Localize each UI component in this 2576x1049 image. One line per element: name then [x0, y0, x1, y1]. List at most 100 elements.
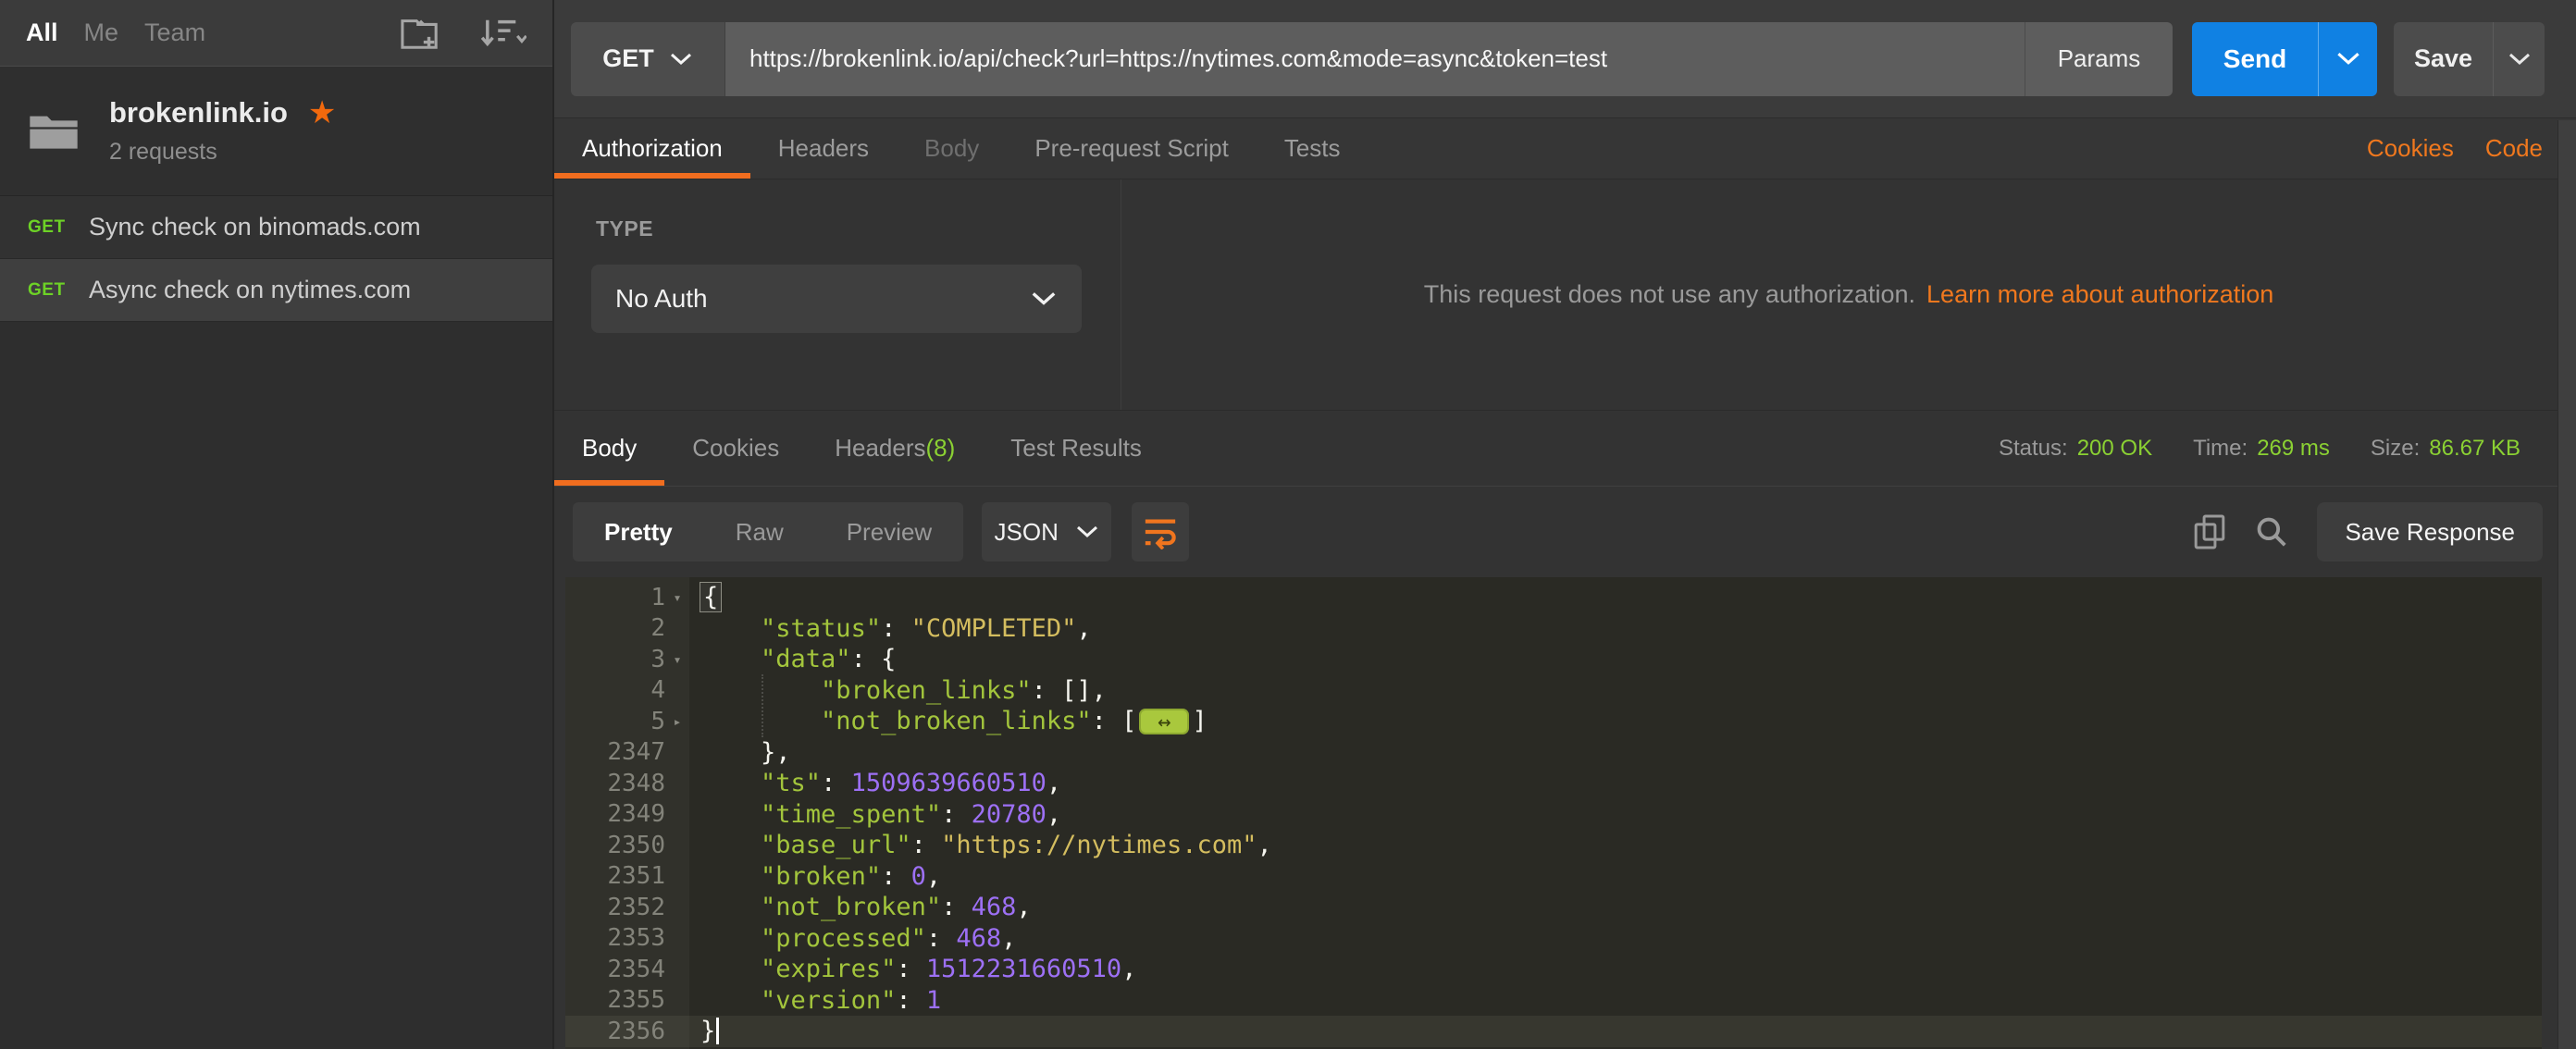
- token: "COMPLETED": [911, 614, 1077, 643]
- request-list: GETSync check on binomads.comGETAsync ch…: [0, 196, 552, 322]
- vertical-scrollbar[interactable]: [2557, 120, 2576, 1049]
- response-meta: Status:200 OKTime:269 msSize:86.67 KB: [1999, 411, 2576, 486]
- request-list-item[interactable]: GETSync check on binomads.com: [0, 196, 552, 259]
- response-meta-item: Status:200 OK: [1999, 436, 2152, 462]
- auth-help-area: This request does not use any authorizat…: [1121, 179, 2576, 410]
- editor-line: 2354 "expires": 1512231660510,: [565, 954, 2542, 985]
- save-response-button[interactable]: Save Response: [2317, 502, 2543, 562]
- auth-type-select[interactable]: No Auth: [591, 265, 1082, 333]
- token: "ts": [761, 769, 821, 797]
- method-value: GET: [602, 44, 654, 73]
- editor-line: 2349 "time_spent": 20780,: [565, 799, 2542, 831]
- response-tab-test-results[interactable]: Test Results: [983, 411, 1170, 486]
- token: "time_spent": [761, 800, 941, 829]
- token: "processed": [761, 924, 926, 953]
- tab-pre-request-script[interactable]: Pre-request Script: [1007, 118, 1257, 179]
- sidebar: All Me Team: [0, 0, 554, 1049]
- line-code: "ts": 1509639660510,: [689, 769, 1061, 797]
- save-response-label: Save Response: [2345, 518, 2515, 547]
- line-gutter: 2353: [565, 923, 689, 955]
- wrap-text-button[interactable]: [1132, 502, 1189, 562]
- line-number: 2354: [607, 956, 665, 983]
- view-mode-pretty[interactable]: Pretty: [573, 502, 704, 562]
- token: 20780: [972, 800, 1046, 829]
- wrap-text-icon: [1142, 514, 1179, 549]
- line-code: "time_spent": 20780,: [689, 800, 1061, 829]
- tab-headers[interactable]: Headers: [750, 118, 897, 179]
- sidebar-header: All Me Team: [0, 0, 552, 67]
- response-body-editor[interactable]: 1▾{2 "status": "COMPLETED",3▾ "data": {4…: [565, 577, 2542, 1049]
- sort-icon[interactable]: [478, 15, 526, 52]
- indent: [700, 707, 821, 735]
- tab-authorization[interactable]: Authorization: [554, 118, 750, 179]
- send-button[interactable]: Send: [2192, 22, 2377, 96]
- tab-body[interactable]: Body: [897, 118, 1007, 179]
- token: : [],: [1032, 676, 1107, 705]
- line-code: "status": "COMPLETED",: [689, 614, 1092, 643]
- response-tab-cookies[interactable]: Cookies: [664, 411, 807, 486]
- sidebar-filter-tab-me[interactable]: Me: [84, 19, 119, 47]
- save-button[interactable]: Save: [2394, 22, 2545, 96]
- copy-icon[interactable]: [2193, 513, 2226, 550]
- send-options-chevron-icon[interactable]: [2319, 51, 2377, 67]
- line-code: "expires": 1512231660510,: [689, 955, 1136, 983]
- line-gutter: 1▾: [565, 582, 689, 613]
- new-folder-icon[interactable]: [399, 14, 441, 53]
- line-code: "not_broken_links": [↔]: [689, 707, 1208, 735]
- fold-toggle-icon[interactable]: ▾: [665, 589, 689, 606]
- token: "expires": [761, 955, 896, 983]
- params-button[interactable]: Params: [2025, 22, 2173, 96]
- auth-message: This request does not use any authorizat…: [1424, 280, 1915, 309]
- collection-item[interactable]: brokenlink.io ★ 2 requests: [0, 67, 552, 196]
- tab-tests[interactable]: Tests: [1257, 118, 1368, 179]
- language-value: JSON: [995, 518, 1059, 547]
- line-number: 2350: [607, 832, 665, 859]
- token: "data": [761, 645, 851, 673]
- response-header: BodyCookiesHeaders (8)Test Results Statu…: [554, 411, 2576, 487]
- token: ,: [926, 862, 941, 891]
- token: ,: [1257, 831, 1271, 859]
- indent: [700, 614, 761, 643]
- language-dropdown[interactable]: JSON: [982, 502, 1111, 562]
- auth-learn-more-link[interactable]: Learn more about authorization: [1926, 280, 2273, 309]
- view-mode-preview[interactable]: Preview: [815, 502, 963, 562]
- fold-toggle-icon[interactable]: ▸: [665, 713, 689, 730]
- line-code: }: [689, 1017, 719, 1045]
- token: 0: [911, 862, 926, 891]
- token: "status": [761, 614, 881, 643]
- code-link[interactable]: Code: [2485, 134, 2543, 163]
- request-method-badge: GET: [28, 280, 89, 301]
- postman-app: All Me Team: [0, 0, 2576, 1049]
- token: 1: [926, 986, 941, 1015]
- response-meta-item: Time:269 ms: [2193, 436, 2330, 462]
- response-tab-headers[interactable]: Headers (8): [807, 411, 983, 486]
- token: :: [941, 893, 972, 921]
- editor-line: 2353 "processed": 468,: [565, 923, 2542, 955]
- cookies-link[interactable]: Cookies: [2367, 134, 2454, 163]
- editor-line: 2350 "base_url": "https://nytimes.com",: [565, 830, 2542, 861]
- request-url-bar: GET Params Send Save: [554, 0, 2576, 118]
- save-options-chevron-icon[interactable]: [2494, 52, 2545, 67]
- token: "base_url": [761, 831, 911, 859]
- url-input[interactable]: [725, 22, 2025, 96]
- line-number: 5: [650, 708, 665, 735]
- token: {: [700, 583, 721, 611]
- editor-line: 1▾ {: [565, 582, 2542, 613]
- response-tab-body[interactable]: Body: [554, 411, 664, 486]
- sidebar-filter-tab-team[interactable]: Team: [144, 19, 205, 47]
- sidebar-filter-tab-all[interactable]: All: [26, 19, 58, 47]
- indent: [700, 831, 761, 859]
- fold-toggle-icon[interactable]: ▾: [665, 651, 689, 668]
- line-code: "broken": 0,: [689, 862, 941, 891]
- favorite-star-icon[interactable]: ★: [308, 97, 336, 129]
- line-gutter: 5▸: [565, 706, 689, 737]
- line-gutter: 2350: [565, 830, 689, 861]
- request-list-item[interactable]: GETAsync check on nytimes.com: [0, 259, 552, 322]
- view-mode-raw[interactable]: Raw: [704, 502, 815, 562]
- search-icon[interactable]: [2254, 514, 2289, 549]
- method-dropdown[interactable]: GET: [571, 22, 725, 96]
- collapsed-array-pill[interactable]: ↔: [1139, 709, 1189, 734]
- indent: [700, 955, 761, 983]
- token: "not_broken": [761, 893, 941, 921]
- chevron-down-icon: [669, 52, 693, 67]
